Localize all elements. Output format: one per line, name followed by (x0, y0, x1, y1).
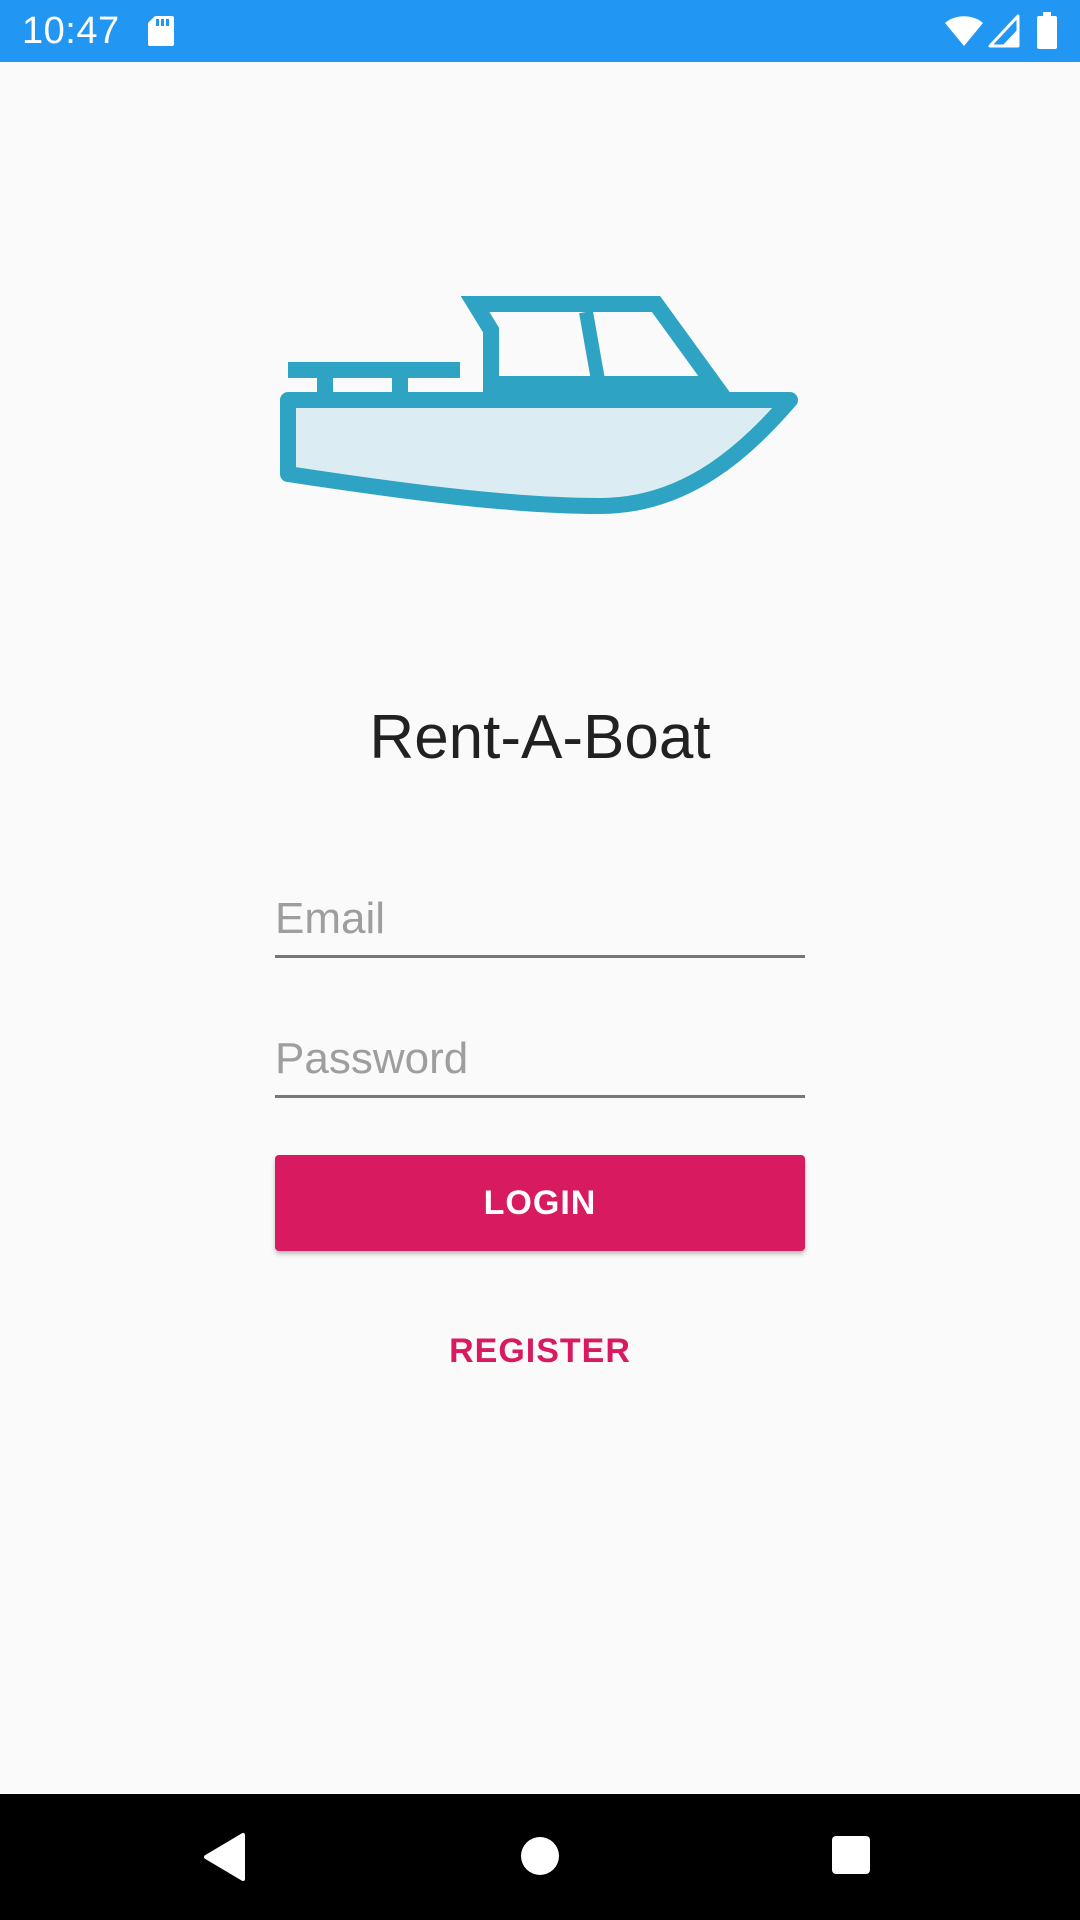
email-field[interactable] (275, 882, 805, 958)
navigation-bar (0, 1794, 1080, 1920)
login-button[interactable]: LOGIN (275, 1155, 805, 1251)
cellular-signal-icon (988, 14, 1020, 48)
sd-card-icon (148, 16, 174, 46)
home-icon[interactable] (518, 1834, 562, 1878)
login-screen: 10:47 Rent-A-Boat Email LOGIN REGISTER (0, 0, 1080, 1920)
recents-icon[interactable] (830, 1834, 872, 1876)
status-time: 10:47 (22, 10, 120, 52)
back-icon[interactable] (203, 1832, 247, 1882)
password-field[interactable] (275, 1022, 805, 1098)
app-title: Rent-A-Boat (369, 703, 711, 772)
wifi-icon (945, 16, 983, 46)
register-button[interactable]: REGISTER (390, 1320, 690, 1382)
battery-icon (1037, 12, 1057, 49)
boat-icon (280, 296, 798, 514)
status-bar: 10:47 (0, 0, 1080, 62)
